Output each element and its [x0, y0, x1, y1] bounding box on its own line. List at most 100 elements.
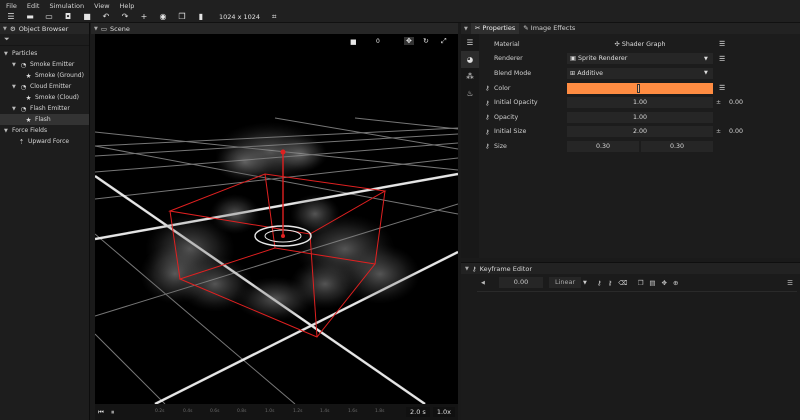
size-min-field[interactable]: 0.30: [567, 140, 639, 152]
interpolation-select[interactable]: Linear: [549, 277, 581, 288]
timeline-tick: 1.6s: [348, 409, 358, 414]
keyframe-editor-title: Keyframe Editor: [479, 264, 532, 273]
tab-label: Properties: [482, 24, 516, 32]
timeline-tick: 1.4s: [320, 409, 330, 414]
chevron-down-icon[interactable]: ▼: [704, 70, 708, 76]
eraser-icon[interactable]: ⌫: [618, 279, 627, 287]
object-filter[interactable]: ⏷: [0, 34, 89, 46]
move-tool-icon[interactable]: ✥: [404, 37, 414, 45]
material-value: Shader Graph: [621, 40, 666, 48]
material-options-icon[interactable]: ☰: [719, 40, 725, 48]
paste-icon[interactable]: ▤: [649, 279, 655, 287]
tab-properties[interactable]: ✂ Properties: [470, 23, 520, 34]
undo-icon[interactable]: ↶: [101, 12, 111, 22]
previous-key-icon[interactable]: ◀: [481, 280, 491, 286]
panel-menu-icon[interactable]: ▼: [94, 26, 98, 32]
save-icon[interactable]: ◘: [63, 12, 73, 22]
timeline-scrubber[interactable]: 0.2s 0.4s 0.6s 0.8s 1.0s 1.2s 1.4s 1.6s …: [121, 404, 406, 420]
color-swatch[interactable]: [567, 82, 713, 94]
keyframe-key-icon[interactable]: ⚷: [485, 84, 494, 92]
copy-icon[interactable]: ❐: [638, 279, 644, 287]
keyframe-key-icon[interactable]: ⚷: [485, 99, 494, 107]
camera-icon[interactable]: ■: [350, 38, 357, 46]
crop-icon[interactable]: ⌗: [269, 12, 279, 22]
list-icon[interactable]: ☰: [461, 34, 479, 51]
menu-edit[interactable]: Edit: [27, 2, 40, 10]
renderer-select[interactable]: ▣ Sprite Renderer: [567, 53, 713, 65]
tree-item-smoke-ground[interactable]: ★ Smoke (Ground): [0, 70, 89, 81]
expand-arrow-icon[interactable]: ▼: [12, 84, 17, 90]
video-camera-icon[interactable]: ■: [82, 12, 92, 22]
add-icon[interactable]: +: [139, 12, 149, 22]
duplicate-icon[interactable]: ❐: [177, 12, 187, 22]
panel-menu-icon[interactable]: ▼: [3, 26, 7, 32]
menu-bars-icon[interactable]: ☰: [6, 12, 16, 22]
scene-viewport[interactable]: ■ 0 ✥ ↻ ⤢: [95, 34, 458, 404]
menu-simulation[interactable]: Simulation: [49, 2, 84, 10]
initial-size-variance[interactable]: 0.00: [724, 126, 748, 137]
material-field[interactable]: ✣ Shader Graph: [567, 38, 713, 50]
keyframe-key-icon[interactable]: ⚷: [485, 142, 494, 150]
blend-mode-select[interactable]: ⊞ Additive: [567, 67, 713, 79]
new-file-icon[interactable]: ▬: [25, 12, 35, 22]
chevron-down-icon[interactable]: ▼: [583, 280, 587, 286]
tree-item-label: Force Fields: [12, 127, 48, 134]
filter-icon[interactable]: ⏷: [4, 35, 10, 44]
duration-field[interactable]: 2.0 s: [406, 407, 430, 417]
keyframe-key-icon[interactable]: ⚷: [485, 113, 494, 121]
fullscreen-icon[interactable]: ⤢: [441, 37, 447, 46]
tree-item-cloud-emitter[interactable]: ▼ ◔ Cloud Emitter: [0, 81, 89, 92]
fit-view-icon[interactable]: ✥: [662, 279, 667, 287]
menu-view[interactable]: View: [94, 2, 109, 10]
tab-image-effects[interactable]: ✎ Image Effects: [519, 23, 579, 34]
opacity-field[interactable]: 1.00: [567, 111, 713, 123]
keyframe-editor-panel: ▼ ⚷ Keyframe Editor ◀ 0.00 Linear ▼ ⚷ ⚷ …: [461, 262, 800, 420]
menu-file[interactable]: File: [6, 2, 17, 10]
initial-opacity-variance[interactable]: 0.00: [724, 97, 748, 108]
pause-icon[interactable]: ⏸: [111, 408, 121, 417]
reset-view-icon[interactable]: ↻: [423, 37, 429, 45]
particle-star-icon: ★: [25, 115, 32, 124]
zoom-icon[interactable]: ⊕: [673, 279, 678, 287]
property-label: Blend Mode: [494, 69, 532, 77]
expand-arrow-icon[interactable]: ▼: [12, 106, 17, 112]
expand-arrow-icon[interactable]: ▼: [12, 62, 17, 68]
keyframe-menu-icon[interactable]: ☰: [787, 279, 793, 287]
tree-item-flash-emitter[interactable]: ▼ ◔ Flash Emitter: [0, 103, 89, 114]
initial-opacity-field[interactable]: 1.00: [567, 97, 713, 109]
tree-item-flash[interactable]: ★ Flash: [0, 114, 89, 125]
panel-menu-icon[interactable]: ▼: [465, 266, 469, 272]
visibility-eye-icon[interactable]: ◉: [158, 12, 168, 22]
initial-size-field[interactable]: 2.00: [567, 126, 713, 138]
physics-icon[interactable]: ♨: [461, 85, 479, 102]
color-slider-handle[interactable]: [637, 83, 640, 93]
remove-key-icon[interactable]: ⚷: [608, 279, 613, 287]
chevron-down-icon[interactable]: ▼: [704, 56, 708, 62]
palette-icon[interactable]: ◕: [461, 51, 479, 68]
tree-item-upward-force[interactable]: ⇡ Upward Force: [0, 136, 89, 147]
color-options-icon[interactable]: ☰: [719, 84, 725, 92]
timeline-tick: 0.4s: [183, 409, 193, 414]
tree-item-smoke-cloud[interactable]: ★ Smoke (Cloud): [0, 92, 89, 103]
property-opacity: ⚷ Opacity 1.00: [481, 110, 799, 125]
panel-menu-icon[interactable]: ▼: [461, 26, 471, 32]
keyframe-value-field[interactable]: 0.00: [499, 277, 543, 288]
camera-index[interactable]: 0: [376, 38, 380, 45]
tree-item-force-fields[interactable]: ▼ Force Fields: [0, 125, 89, 136]
delete-icon[interactable]: ▮: [196, 12, 206, 22]
expand-arrow-icon[interactable]: ▼: [4, 51, 9, 57]
tree-item-smoke-emitter[interactable]: ▼ ◔ Smoke Emitter: [0, 59, 89, 70]
renderer-options-icon[interactable]: ☰: [719, 55, 725, 63]
particles-icon[interactable]: ⁂: [461, 68, 479, 85]
add-key-icon[interactable]: ⚷: [597, 279, 602, 287]
skip-back-icon[interactable]: ⏮: [98, 408, 108, 417]
speed-field[interactable]: 1.0x: [432, 407, 455, 417]
plus-minus-label: ±: [716, 99, 722, 107]
redo-icon[interactable]: ↷: [120, 12, 130, 22]
keyframe-key-icon[interactable]: ⚷: [485, 128, 494, 136]
open-folder-icon[interactable]: ▭: [44, 12, 54, 22]
tree-item-particles[interactable]: ▼ Particles: [0, 48, 89, 59]
menu-help[interactable]: Help: [120, 2, 135, 10]
size-max-field[interactable]: 0.30: [641, 140, 713, 152]
expand-arrow-icon[interactable]: ▼: [4, 128, 9, 134]
